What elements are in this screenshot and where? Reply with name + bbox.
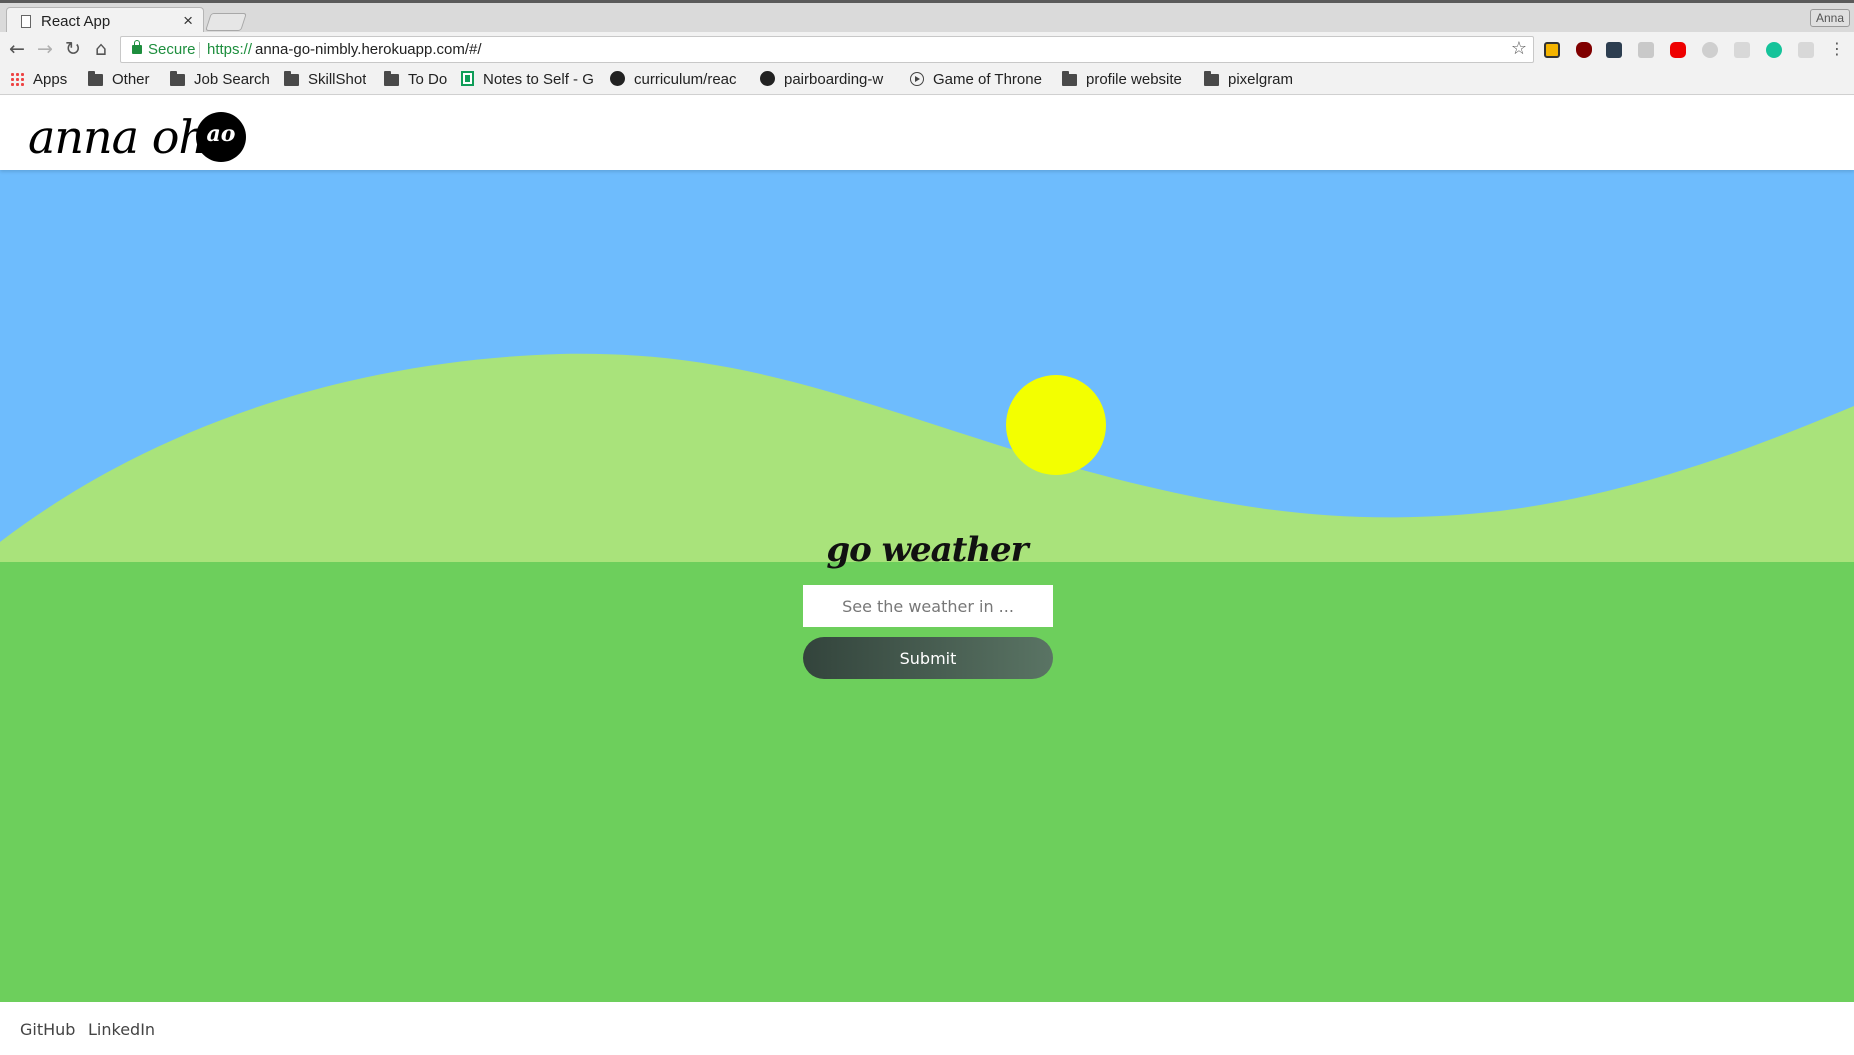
folder-icon bbox=[88, 71, 103, 86]
bookmark-skillshot[interactable]: SkillShot bbox=[284, 71, 366, 91]
bookmark-apps[interactable]: Apps bbox=[10, 71, 67, 91]
bookmarks-bar: Apps Other Job Search SkillShot To Do No… bbox=[0, 67, 1854, 95]
extension-youtube-icon[interactable] bbox=[1670, 42, 1686, 58]
folder-icon bbox=[170, 71, 185, 86]
url-scheme: https:// bbox=[207, 41, 253, 58]
landscape-illustration bbox=[0, 170, 1854, 562]
extension-doc-icon[interactable] bbox=[1798, 42, 1814, 58]
bookmark-job-search[interactable]: Job Search bbox=[170, 71, 270, 91]
github-icon bbox=[760, 71, 775, 86]
extension-bolt-icon[interactable] bbox=[1544, 42, 1560, 58]
logo-mark[interactable]: ao bbox=[196, 112, 246, 162]
github-link[interactable]: GitHub bbox=[20, 1020, 75, 1039]
reload-icon[interactable]: ↻ bbox=[62, 38, 84, 60]
site-header: anna oh ao bbox=[0, 96, 1854, 170]
url-text: anna-go-nimbly.herokuapp.com/#/ bbox=[255, 41, 482, 58]
bookmark-other[interactable]: Other bbox=[88, 71, 150, 91]
browser-tabstrip: React App × Anna bbox=[0, 0, 1854, 36]
logo-text[interactable]: anna oh bbox=[28, 110, 208, 164]
browser-toolbar: ← → ↻ ⌂ Secure https:// anna-go-nimbly.h… bbox=[0, 32, 1854, 67]
apps-grid-icon bbox=[10, 72, 24, 86]
bookmark-profile-website[interactable]: profile website bbox=[1062, 71, 1182, 91]
folder-icon bbox=[284, 71, 299, 86]
lock-icon bbox=[132, 40, 142, 54]
extension-dots-icon[interactable] bbox=[1606, 42, 1622, 58]
bookmark-pairboarding[interactable]: pairboarding-w bbox=[760, 71, 896, 91]
sheets-icon bbox=[461, 71, 474, 86]
bookmark-pixelgram[interactable]: pixelgram bbox=[1204, 71, 1293, 91]
sun-icon bbox=[1006, 375, 1106, 475]
browser-menu-icon[interactable]: ⋮ bbox=[1826, 38, 1848, 60]
page-icon bbox=[21, 15, 31, 28]
back-arrow-icon[interactable]: ← bbox=[6, 38, 28, 60]
extension-ublock-icon[interactable] bbox=[1576, 42, 1592, 58]
weather-hero: go weather Submit bbox=[0, 170, 1854, 1002]
bookmark-notes-to-self[interactable]: Notes to Self - G bbox=[461, 71, 597, 91]
omnibox-divider bbox=[199, 42, 200, 58]
folder-icon bbox=[384, 71, 399, 86]
address-bar[interactable]: Secure https:// anna-go-nimbly.herokuapp… bbox=[120, 36, 1534, 63]
github-icon bbox=[610, 71, 625, 86]
linkedin-link[interactable]: LinkedIn bbox=[88, 1020, 155, 1039]
play-icon bbox=[910, 72, 924, 86]
extension-grey-icon[interactable] bbox=[1638, 42, 1654, 58]
bookmark-to-do[interactable]: To Do bbox=[384, 71, 447, 91]
bookmark-star-icon[interactable]: ☆ bbox=[1511, 38, 1527, 59]
tab-title: React App bbox=[41, 13, 111, 30]
folder-icon bbox=[1062, 71, 1077, 86]
app-title: go weather bbox=[826, 530, 1028, 570]
close-tab-icon[interactable]: × bbox=[183, 11, 193, 31]
city-search-input[interactable] bbox=[803, 585, 1053, 627]
security-label: Secure bbox=[148, 41, 196, 58]
folder-icon bbox=[1204, 71, 1219, 86]
bookmark-game-of-thrones[interactable]: Game of Throne bbox=[910, 71, 1048, 91]
new-tab-button[interactable] bbox=[205, 13, 247, 31]
profile-button[interactable]: Anna bbox=[1809, 9, 1850, 27]
home-icon[interactable]: ⌂ bbox=[90, 38, 112, 60]
extension-grammarly-icon[interactable] bbox=[1766, 42, 1782, 58]
submit-button[interactable]: Submit bbox=[803, 637, 1053, 679]
bookmark-curriculum[interactable]: curriculum/reac bbox=[610, 71, 746, 91]
extension-clip-icon[interactable] bbox=[1734, 42, 1750, 58]
site-footer: GitHub LinkedIn bbox=[0, 1002, 1854, 1055]
extension-cloud-icon[interactable] bbox=[1702, 42, 1718, 58]
logo-initials: ao bbox=[206, 121, 236, 147]
forward-arrow-icon[interactable]: → bbox=[34, 38, 56, 60]
